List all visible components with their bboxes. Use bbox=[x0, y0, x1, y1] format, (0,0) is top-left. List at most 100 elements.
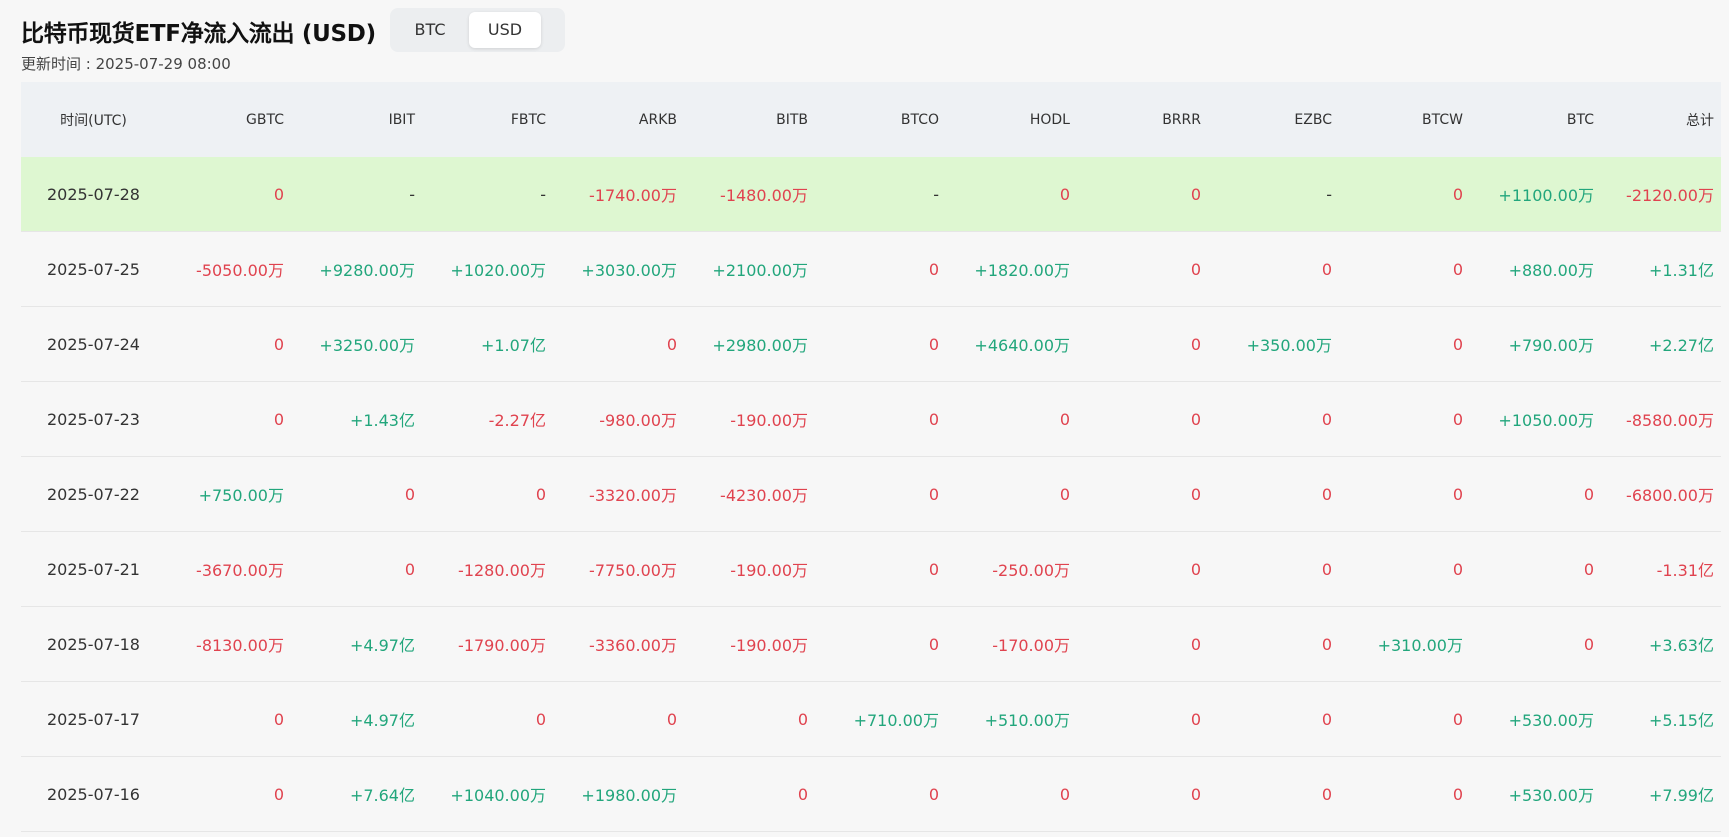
header-hodl: HODL bbox=[1029, 111, 1070, 128]
cell-ezbc: 0 bbox=[1321, 559, 1332, 579]
cell-brrr: 0 bbox=[1190, 709, 1201, 729]
cell-fbtc: +1040.00万 bbox=[450, 786, 546, 805]
cell-gbtc: 0 bbox=[273, 409, 284, 429]
header-ezbc: EZBC bbox=[1294, 111, 1332, 128]
cell-btco: 0 bbox=[928, 259, 939, 279]
cell-date: 2025-07-18 bbox=[47, 634, 140, 654]
cell-fbtc: 0 bbox=[535, 484, 546, 504]
page-title: 比特币现货ETF净流入流出 (USD) bbox=[21, 21, 376, 47]
cell-brrr: 0 bbox=[1190, 409, 1201, 429]
cell-gbtc: 0 bbox=[273, 334, 284, 354]
cell-btcw: 0 bbox=[1452, 484, 1463, 504]
cell-hodl: -250.00万 bbox=[992, 561, 1070, 580]
cell-btc: +1050.00万 bbox=[1498, 411, 1594, 430]
cell-hodl: 0 bbox=[1059, 184, 1070, 204]
cell-arkb: -3360.00万 bbox=[589, 636, 677, 655]
cell-total: -8580.00万 bbox=[1626, 411, 1714, 430]
cell-fbtc: - bbox=[540, 184, 546, 204]
cell-btco: 0 bbox=[928, 559, 939, 579]
table-row: 2025-07-22 +750.00万 0 0 -3320.00万 -4230.00万 0 0… bbox=[21, 457, 1721, 532]
header-date: 时间(UTC) bbox=[60, 112, 127, 129]
cell-total: +5.15亿 bbox=[1648, 711, 1714, 730]
cell-date: 2025-07-21 bbox=[47, 559, 140, 579]
cell-btc: +530.00万 bbox=[1508, 786, 1594, 805]
cell-brrr: 0 bbox=[1190, 559, 1201, 579]
table-body: 2025-07-28 0 - - -1740.00万 -1480.00万 - 0 0 - 0 +110… bbox=[21, 157, 1721, 832]
table-row: 2025-07-17 0 +4.97亿 0 0 0 +710.00万 +510.00万 0 0 0 +… bbox=[21, 682, 1721, 757]
cell-gbtc: +750.00万 bbox=[198, 486, 284, 505]
table-header-row: 时间(UTC) GBTC IBIT FBTC ARKB BITB BTCO HO… bbox=[21, 82, 1721, 157]
cell-btc: +790.00万 bbox=[1508, 336, 1594, 355]
header-total: 总计 bbox=[1686, 112, 1714, 129]
cell-btco: 0 bbox=[928, 784, 939, 804]
cell-brrr: 0 bbox=[1190, 334, 1201, 354]
table-row: 2025-07-24 0 +3250.00万 +1.07亿 0 +2980.00万 0 +46… bbox=[21, 307, 1721, 382]
etf-flow-table: 时间(UTC) GBTC IBIT FBTC ARKB BITB BTCO HO… bbox=[21, 82, 1721, 832]
cell-gbtc: 0 bbox=[273, 184, 284, 204]
cell-btcw: 0 bbox=[1452, 709, 1463, 729]
cell-ibit: +4.97亿 bbox=[349, 636, 415, 655]
cell-total: +2.27亿 bbox=[1648, 336, 1714, 355]
cell-hodl: 0 bbox=[1059, 784, 1070, 804]
cell-hodl: +1820.00万 bbox=[974, 261, 1070, 280]
cell-ezbc: 0 bbox=[1321, 259, 1332, 279]
cell-gbtc: 0 bbox=[273, 784, 284, 804]
cell-fbtc: -1790.00万 bbox=[458, 636, 546, 655]
cell-btc: 0 bbox=[1583, 559, 1594, 579]
cell-ibit: +3250.00万 bbox=[319, 336, 415, 355]
cell-hodl: 0 bbox=[1059, 484, 1070, 504]
cell-gbtc: 0 bbox=[273, 709, 284, 729]
cell-btcw: 0 bbox=[1452, 559, 1463, 579]
cell-ezbc: 0 bbox=[1321, 784, 1332, 804]
cell-ezbc: 0 bbox=[1321, 709, 1332, 729]
cell-brrr: 0 bbox=[1190, 184, 1201, 204]
toggle-usd[interactable]: USD bbox=[469, 12, 541, 48]
table-row: 2025-07-25 -5050.00万 +9280.00万 +1020.00万 +30… bbox=[21, 232, 1721, 307]
cell-date: 2025-07-16 bbox=[47, 784, 140, 804]
cell-btcw: 0 bbox=[1452, 409, 1463, 429]
cell-hodl: 0 bbox=[1059, 409, 1070, 429]
cell-brrr: 0 bbox=[1190, 784, 1201, 804]
cell-bitb: -190.00万 bbox=[730, 561, 808, 580]
cell-hodl: +4640.00万 bbox=[974, 336, 1070, 355]
cell-ibit: +1.43亿 bbox=[349, 411, 415, 430]
cell-fbtc: +1.07亿 bbox=[480, 336, 546, 355]
cell-total: +3.63亿 bbox=[1648, 636, 1714, 655]
table-row: 2025-07-21 -3670.00万 0 -1280.00万 -7750.00万 -1… bbox=[21, 532, 1721, 607]
header-btco: BTCO bbox=[900, 111, 939, 128]
cell-btco: 0 bbox=[928, 634, 939, 654]
cell-btco: - bbox=[933, 184, 939, 204]
cell-hodl: -170.00万 bbox=[992, 636, 1070, 655]
cell-bitb: +2100.00万 bbox=[712, 261, 808, 280]
cell-btco: 0 bbox=[928, 409, 939, 429]
cell-date: 2025-07-25 bbox=[47, 259, 140, 279]
cell-fbtc: -1280.00万 bbox=[458, 561, 546, 580]
cell-total: +7.99亿 bbox=[1648, 786, 1714, 805]
header-ibit: IBIT bbox=[388, 111, 415, 128]
cell-btco: 0 bbox=[928, 334, 939, 354]
cell-ezbc: - bbox=[1326, 184, 1332, 204]
cell-date: 2025-07-23 bbox=[47, 409, 140, 429]
table-row: 2025-07-23 0 +1.43亿 -2.27亿 -980.00万 -190.00万 0… bbox=[21, 382, 1721, 457]
cell-bitb: 0 bbox=[797, 784, 808, 804]
cell-arkb: +3030.00万 bbox=[581, 261, 677, 280]
page-header: 比特币现货ETF净流入流出 (USD) 更新时间 : 2025-07-29 08… bbox=[21, 8, 721, 78]
cell-ibit: +7.64亿 bbox=[349, 786, 415, 805]
cell-bitb: +2980.00万 bbox=[712, 336, 808, 355]
cell-ezbc: +350.00万 bbox=[1246, 336, 1332, 355]
cell-btcw: 0 bbox=[1452, 259, 1463, 279]
cell-gbtc: -5050.00万 bbox=[196, 261, 284, 280]
cell-total: -2120.00万 bbox=[1626, 186, 1714, 205]
cell-gbtc: -3670.00万 bbox=[196, 561, 284, 580]
cell-ezbc: 0 bbox=[1321, 409, 1332, 429]
cell-arkb: 0 bbox=[666, 709, 677, 729]
cell-btc: 0 bbox=[1583, 634, 1594, 654]
cell-btc: 0 bbox=[1583, 484, 1594, 504]
cell-arkb: +1980.00万 bbox=[581, 786, 677, 805]
cell-ibit: 0 bbox=[404, 559, 415, 579]
cell-ibit: 0 bbox=[404, 484, 415, 504]
cell-bitb: -190.00万 bbox=[730, 411, 808, 430]
cell-bitb: -1480.00万 bbox=[720, 186, 808, 205]
update-time: 更新时间 : 2025-07-29 08:00 bbox=[21, 55, 231, 73]
toggle-btc[interactable]: BTC bbox=[394, 12, 466, 48]
